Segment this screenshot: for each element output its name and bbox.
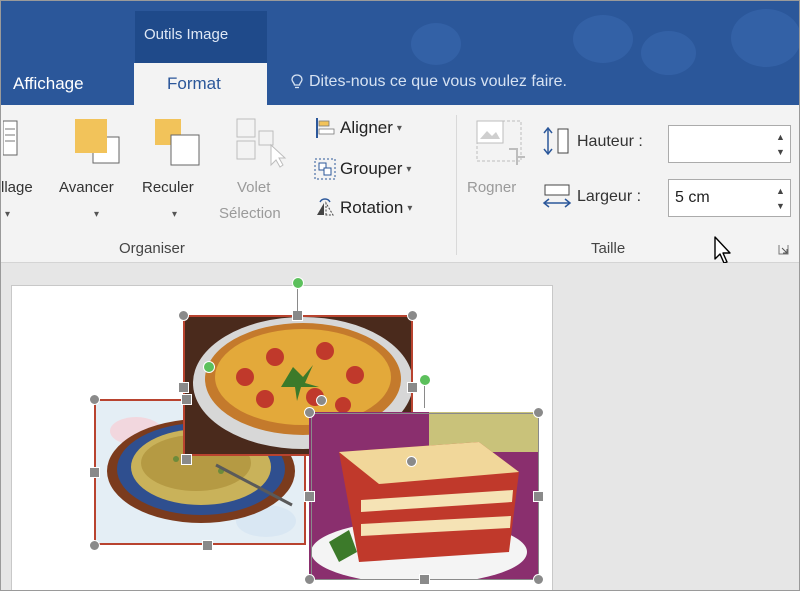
rotate-icon: [317, 198, 334, 216]
ribbon-panel: llage ▾ Avancer ▾ Reculer ▾ Volet Sélect…: [1, 105, 799, 263]
largeur-input[interactable]: 5 cm ▲ ▼: [668, 179, 791, 217]
picture-lasagna[interactable]: [309, 412, 538, 580]
habillage-dropdown-icon[interactable]: ▾: [5, 209, 10, 220]
rotation-handle-connector: [297, 289, 298, 311]
resize-handle[interactable]: [181, 454, 192, 465]
resize-handle[interactable]: [304, 574, 315, 585]
resize-handle[interactable]: [178, 382, 189, 393]
group-icon: [314, 158, 336, 180]
resize-handle[interactable]: [178, 310, 189, 321]
resize-handle[interactable]: [304, 491, 315, 502]
text-wrap-icon: [3, 120, 18, 156]
hauteur-spin-up-icon[interactable]: ▲: [776, 132, 786, 142]
resize-handle[interactable]: [202, 540, 213, 551]
tell-me-text: Dites-nous ce que vous voulez faire.: [309, 73, 567, 90]
resize-handle[interactable]: [407, 310, 418, 321]
reculer-dropdown-icon[interactable]: ▾: [172, 209, 177, 220]
hauteur-spin-down-icon[interactable]: ▼: [776, 147, 786, 157]
largeur-value: 5 cm: [675, 189, 710, 206]
resize-handle[interactable]: [419, 574, 430, 585]
align-icon: [316, 118, 335, 138]
selection-pane-icon: [236, 118, 287, 168]
rotation-handle[interactable]: [419, 374, 431, 386]
rotation-handle[interactable]: [292, 277, 304, 289]
grouper-label: Grouper: [340, 159, 403, 178]
rogner-button: Rogner: [467, 179, 517, 196]
word-window: Outils Image Affichage Format Dites-nous…: [0, 0, 800, 591]
width-icon: [542, 184, 572, 208]
aligner-dropdown-icon: ▾: [396, 122, 402, 134]
largeur-spin-up-icon[interactable]: ▲: [776, 186, 786, 196]
tab-format-label: Format: [167, 74, 221, 93]
background-decoration: [411, 23, 461, 65]
resize-handle[interactable]: [89, 540, 100, 551]
rotation-button[interactable]: Rotation ▾: [314, 197, 412, 219]
rotation-handle[interactable]: [203, 361, 215, 373]
rotation-dropdown-icon: ▾: [407, 202, 413, 214]
resize-handle[interactable]: [407, 382, 418, 393]
resize-handle[interactable]: [533, 491, 544, 502]
resize-handle[interactable]: [181, 394, 192, 405]
rotation-handle-connector: [424, 386, 425, 408]
lasagna-image: [309, 412, 538, 580]
lightbulb-icon: [291, 73, 303, 88]
ribbon-tab-bar: Outils Image Affichage Format Dites-nous…: [1, 1, 799, 105]
tell-me-box[interactable]: Dites-nous ce que vous voulez faire.: [291, 73, 567, 91]
resize-handle[interactable]: [533, 407, 544, 418]
background-decoration: [731, 9, 799, 67]
organiser-group-label: Organiser: [119, 240, 185, 257]
avancer-dropdown-icon[interactable]: ▾: [94, 209, 99, 220]
aligner-button[interactable]: Aligner ▾: [314, 117, 402, 139]
crop-icon: [476, 120, 525, 165]
largeur-spin-down-icon[interactable]: ▼: [776, 201, 786, 211]
hauteur-input[interactable]: ▲ ▼: [668, 125, 791, 163]
dialog-launcher-icon[interactable]: [778, 244, 789, 255]
send-backward-icon: [155, 119, 200, 166]
contextual-tab-label: Outils Image: [144, 26, 229, 43]
reculer-button[interactable]: Reculer: [142, 179, 194, 196]
bring-forward-icon: [75, 119, 120, 164]
ribbon-separator: [456, 115, 457, 255]
hauteur-label: Hauteur :: [577, 133, 643, 150]
grouper-dropdown-icon: ▾: [406, 163, 412, 175]
resize-handle[interactable]: [292, 310, 303, 321]
habillage-button[interactable]: llage: [1, 179, 33, 196]
resize-handle[interactable]: [316, 395, 327, 406]
rotation-label: Rotation: [340, 198, 404, 217]
resize-handle[interactable]: [89, 394, 100, 405]
resize-handle[interactable]: [406, 456, 417, 467]
largeur-label: Largeur :: [577, 188, 642, 205]
resize-handle[interactable]: [304, 407, 315, 418]
resize-handle[interactable]: [89, 467, 100, 478]
aligner-label: Aligner: [340, 118, 393, 137]
tab-affichage[interactable]: Affichage: [13, 74, 84, 94]
resize-handle[interactable]: [533, 574, 544, 585]
avancer-button[interactable]: Avancer: [59, 179, 114, 196]
background-decoration: [573, 15, 633, 63]
volet-button-line1: Volet: [237, 179, 271, 196]
tab-format[interactable]: Format: [134, 63, 267, 105]
volet-button-line2: Sélection: [219, 205, 281, 222]
height-icon: [543, 127, 569, 155]
background-decoration: [641, 31, 696, 75]
grouper-button[interactable]: Grouper ▾: [314, 158, 411, 180]
taille-group-label: Taille: [591, 240, 626, 257]
